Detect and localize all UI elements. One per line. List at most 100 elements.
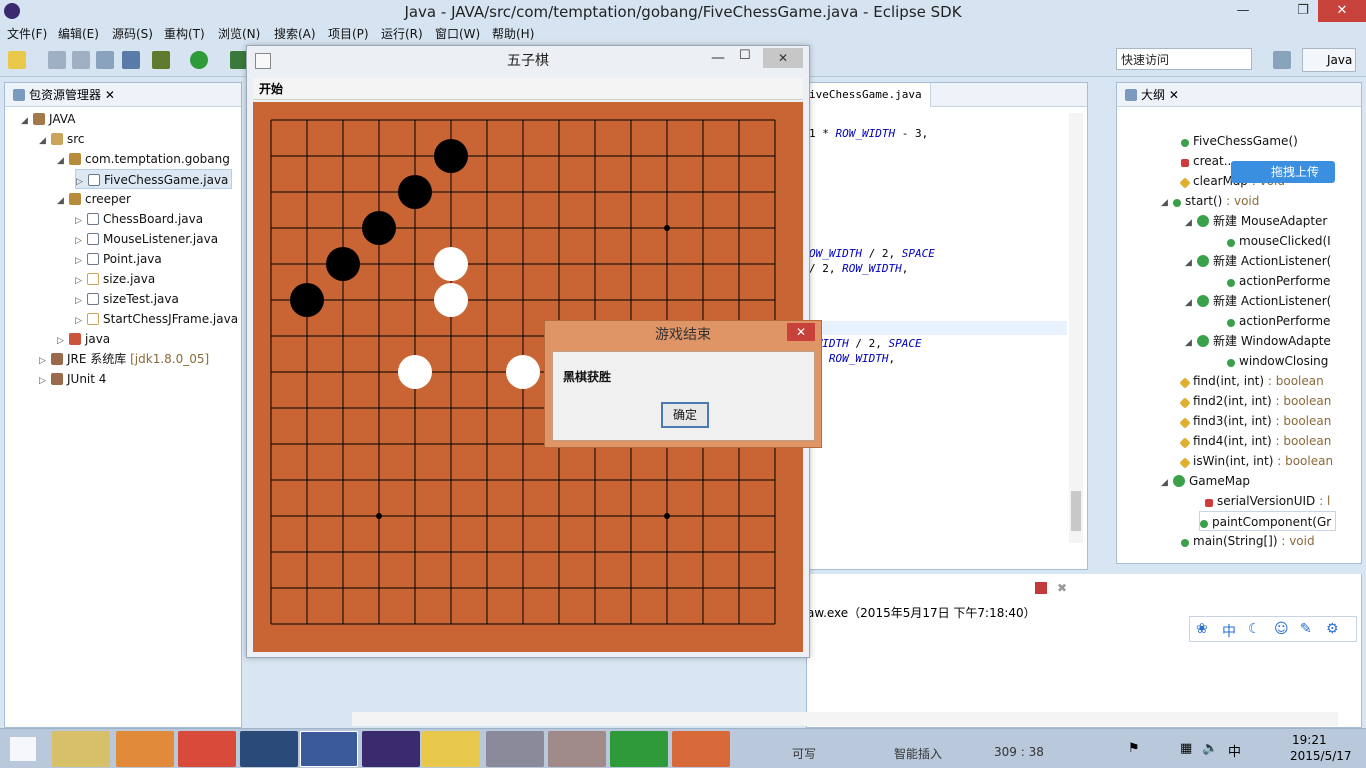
file-explorer-task[interactable] — [52, 731, 110, 767]
menu-help[interactable]: 帮助(H) — [492, 25, 534, 42]
outline-return-type: : boolean — [1271, 394, 1332, 408]
remove-launch-icon[interactable]: ✖ — [1057, 581, 1067, 595]
tree-item-size[interactable]: ▷ size.java — [75, 269, 155, 289]
editor-vertical-scrollbar[interactable] — [1069, 113, 1083, 543]
outline-item[interactable]: ◢ 新建 WindowAdapte — [1185, 331, 1331, 351]
package-explorer-tab[interactable]: 包资源管理器 ✕ — [5, 83, 241, 107]
menu-file[interactable]: 文件(F) — [7, 25, 47, 42]
tree-item-src[interactable]: ◢ src — [39, 129, 85, 149]
outline-item[interactable]: mouseClicked(I — [1227, 231, 1331, 251]
outline-item[interactable]: find3(int, int) : boolean — [1179, 411, 1331, 431]
menu-edit[interactable]: 编辑(E) — [58, 25, 99, 42]
drag-upload-button[interactable]: 拖拽上传 — [1231, 161, 1335, 183]
print-icon[interactable] — [96, 51, 114, 69]
menu-source[interactable]: 源码(S) — [112, 25, 153, 42]
java-perspective-button[interactable]: Java — [1302, 48, 1356, 72]
tray-network-icon[interactable]: ▦ — [1180, 741, 1192, 756]
scrollbar-thumb[interactable] — [1071, 491, 1081, 531]
moon-icon[interactable]: ☾ — [1248, 621, 1261, 637]
paw-icon[interactable]: ❀ — [1196, 621, 1208, 637]
tree-item-package-gobang[interactable]: ◢ com.temptation.gobang — [57, 149, 230, 169]
menu-run[interactable]: 运行(R) — [381, 25, 423, 42]
new-icon[interactable] — [8, 51, 26, 69]
terminate-icon[interactable] — [1035, 582, 1047, 594]
outline-label: 新建 WindowAdapte — [1213, 334, 1331, 348]
tree-item-mouselistener[interactable]: ▷ MouseListener.java — [75, 229, 218, 249]
menu-refactor[interactable]: 重构(T) — [164, 25, 205, 42]
gobang-maximize-button[interactable]: ☐ — [739, 48, 751, 63]
menu-search[interactable]: 搜索(A) — [274, 25, 316, 42]
outline-item[interactable]: main(String[]) : void — [1181, 531, 1315, 551]
menu-navigate[interactable]: 浏览(N) — [218, 25, 260, 42]
open-perspective-icon[interactable] — [1273, 51, 1291, 69]
run-icon[interactable] — [190, 51, 208, 69]
outline-item[interactable]: find(int, int) : boolean — [1179, 371, 1324, 391]
tray-language-indicator[interactable]: 中 — [1228, 741, 1241, 760]
tree-item-package-java[interactable]: ▷ java — [57, 329, 110, 349]
wps-spreadsheet-task[interactable] — [610, 731, 668, 767]
editor-tab[interactable]: iveChessGame.java — [807, 83, 931, 107]
app-task[interactable] — [486, 731, 544, 767]
outline-item[interactable]: ◢ 新建 ActionListener( — [1185, 251, 1331, 271]
tree-item-fivechessgame[interactable]: ▷ FiveChessGame.java — [75, 169, 233, 189]
tray-volume-icon[interactable]: 🔈 — [1202, 741, 1218, 756]
menu-project[interactable]: 项目(P) — [328, 25, 369, 42]
outline-item[interactable]: serialVersionUID : l — [1205, 491, 1330, 511]
quick-access-input[interactable]: 快速访问 — [1116, 48, 1252, 70]
chrome-task[interactable] — [178, 731, 236, 767]
java-game-task[interactable] — [300, 731, 358, 767]
outline-item[interactable]: ◢ 新建 MouseAdapter — [1185, 211, 1327, 231]
uc-browser-task[interactable] — [116, 731, 174, 767]
menu-start[interactable]: 开始 — [259, 82, 283, 96]
outline-item[interactable]: FiveChessGame() — [1181, 131, 1298, 151]
outline-tab[interactable]: 大纲 ✕ — [1117, 83, 1361, 107]
outline-item[interactable]: ◢ 新建 ActionListener( — [1185, 291, 1331, 311]
outline-item[interactable]: ◢ start() : void — [1161, 191, 1259, 211]
gobang-minimize-button[interactable]: — — [711, 50, 725, 66]
pen-icon[interactable]: ✎ — [1300, 621, 1312, 637]
restore-button[interactable]: ❐ — [1288, 0, 1318, 22]
outline-item[interactable]: actionPerforme — [1227, 311, 1330, 331]
outline-item[interactable]: creat.. — [1181, 151, 1231, 171]
smiley-icon[interactable]: ☺ — [1274, 621, 1289, 637]
outline-item[interactable]: ◢ GameMap — [1161, 471, 1250, 491]
outline-item[interactable]: find2(int, int) : boolean — [1179, 391, 1332, 411]
windows-start-icon[interactable] — [10, 737, 36, 761]
tree-item-point[interactable]: ▷ Point.java — [75, 249, 162, 269]
save-icon[interactable] — [48, 51, 66, 69]
tree-item-chessboard[interactable]: ▷ ChessBoard.java — [75, 209, 203, 229]
gobang-close-button[interactable]: ✕ — [763, 48, 803, 68]
console-horizontal-scrollbar[interactable] — [352, 712, 1338, 726]
outline-item[interactable]: actionPerforme — [1227, 271, 1330, 291]
eclipse-task[interactable] — [362, 731, 420, 767]
outline-return-type: : void — [1277, 534, 1315, 548]
dialog-body: 黑棋获胜 确定 — [552, 351, 815, 441]
ime-chinese-toggle[interactable]: 中 — [1222, 621, 1236, 641]
anonymous-class-icon — [1197, 255, 1209, 267]
minimize-button[interactable]: — — [1228, 0, 1258, 22]
menu-window[interactable]: 窗口(W) — [435, 25, 480, 42]
dialog-close-button[interactable]: ✕ — [787, 323, 815, 341]
app-task-2[interactable] — [548, 731, 606, 767]
tray-flag-icon[interactable]: ⚑ — [1128, 741, 1140, 756]
tree-item-jre[interactable]: ▷ JRE 系统库 [jdk1.8.0_05] — [39, 349, 209, 369]
close-button[interactable]: ✕ — [1318, 0, 1366, 22]
debug-icon[interactable] — [152, 51, 170, 69]
outline-item[interactable]: paintComponent(Gr — [1199, 511, 1337, 531]
tree-item-package-creeper[interactable]: ◢ creeper — [57, 189, 131, 209]
save-all-icon[interactable] — [72, 51, 90, 69]
tree-item-sizetest[interactable]: ▷ sizeTest.java — [75, 289, 179, 309]
outline-item[interactable]: windowClosing — [1227, 351, 1328, 371]
tree-item-java-project[interactable]: ◢ JAVA — [21, 109, 75, 129]
dialog-ok-button[interactable]: 确定 — [661, 402, 709, 428]
java-console-task[interactable] — [672, 731, 730, 767]
tree-item-junit[interactable]: ▷ JUnit 4 — [39, 369, 106, 389]
outline-item[interactable]: isWin(int, int) : boolean — [1179, 451, 1333, 471]
skip-breakpoints-icon[interactable] — [122, 51, 140, 69]
code-text: 1 * — [809, 127, 836, 140]
outline-item[interactable]: find4(int, int) : boolean — [1179, 431, 1331, 451]
settings-icon[interactable]: ⚙ — [1326, 621, 1339, 637]
flower-app-task[interactable] — [422, 731, 480, 767]
owl-app-task[interactable] — [240, 731, 298, 767]
tree-item-startchessjframe[interactable]: ▷ StartChessJFrame.java — [75, 309, 238, 329]
